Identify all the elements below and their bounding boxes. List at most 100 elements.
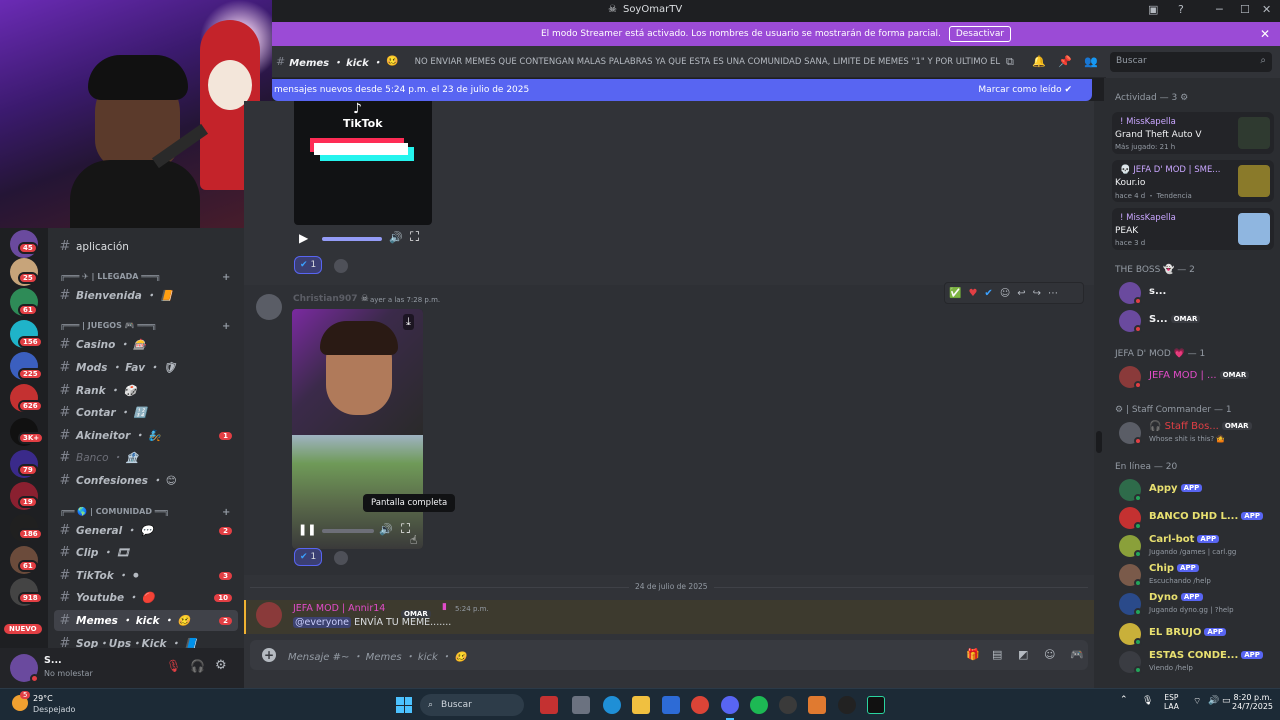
avatar[interactable]: [256, 602, 282, 628]
taskbar-app-icon[interactable]: [572, 696, 590, 714]
inbox-icon[interactable]: ▣: [1148, 3, 1158, 16]
obs-icon[interactable]: [779, 696, 797, 714]
chevron-up-icon[interactable]: ⌃: [1120, 695, 1128, 705]
channel-bienvenida[interactable]: # Bienvenida ・ 📙: [54, 285, 238, 306]
bell-icon[interactable]: 🔔: [1032, 55, 1046, 68]
new-badge[interactable]: NUEVO: [4, 624, 42, 634]
emoji-icon[interactable]: ☺: [1044, 648, 1055, 661]
member-item[interactable]: 🎧 Staff Bos... OMAR Whose shit is this? 🤷: [1115, 418, 1275, 448]
avatar[interactable]: [256, 294, 282, 320]
channel-sop-ups[interactable]: # Sop・Ups・Kick ・ 📘: [54, 633, 238, 648]
mark-read-button[interactable]: Marcar como leído ✔: [978, 85, 1072, 95]
message-author[interactable]: Christian907 ☠: [293, 294, 369, 304]
close-icon[interactable]: ✕: [1260, 27, 1270, 41]
heart-reaction-icon[interactable]: ♥: [968, 288, 977, 299]
store-icon[interactable]: [662, 696, 680, 714]
member-item[interactable]: s...: [1115, 278, 1275, 308]
channel-confesiones[interactable]: # Confesiones ・ 😊: [54, 470, 238, 491]
terminal-icon[interactable]: [867, 696, 885, 714]
channel-tiktok[interactable]: # TikTok ・ ⚫ 3: [54, 565, 238, 586]
edge-icon[interactable]: [603, 696, 621, 714]
clock[interactable]: 8:20 p.m. 24/7/2025: [1232, 693, 1273, 711]
message-author[interactable]: JEFA MOD | Annir14: [293, 603, 385, 614]
member-item[interactable]: Carl-bot APP Jugando /games | carl.gg: [1115, 531, 1275, 561]
new-messages-bar[interactable]: mensajes nuevos desde 5:24 p.m. el 23 de…: [272, 79, 1092, 101]
member-item[interactable]: Dyno APP Jugando dyno.gg | ?help: [1115, 589, 1275, 619]
channel-akineitor[interactable]: # Akineitor ・ 🧞 1: [54, 425, 238, 446]
channel-rank[interactable]: # Rank ・ 🎲: [54, 380, 238, 401]
gif-icon[interactable]: ▤: [992, 648, 1002, 661]
sticker-icon[interactable]: ◩: [1018, 648, 1028, 661]
volume-icon[interactable]: 🔊: [379, 523, 393, 536]
volume-icon[interactable]: 🔊: [1208, 696, 1219, 706]
reaction-check[interactable]: ✔ 1: [294, 256, 323, 274]
channel-youtube[interactable]: # Youtube ・ 🔴 10: [54, 587, 238, 608]
more-icon[interactable]: ⋯: [1048, 288, 1058, 299]
video-attachment[interactable]: [292, 309, 423, 549]
play-icon[interactable]: ▶: [299, 231, 308, 245]
tiktok-embed[interactable]: ♪ TikTok: [294, 101, 432, 225]
channel-contar[interactable]: # Contar ・ 🔢: [54, 402, 238, 423]
mic-icon[interactable]: 🎙: [1142, 696, 1153, 706]
member-item[interactable]: ESTAS CONDE... APP Viendo /help: [1115, 647, 1275, 677]
language-indicator[interactable]: ESP LAA: [1164, 693, 1179, 711]
spotify-icon[interactable]: [750, 696, 768, 714]
scrollbar-thumb[interactable]: [1096, 431, 1102, 453]
add-channel-icon[interactable]: +: [222, 321, 230, 332]
member-item[interactable]: EL BRUJO APP: [1115, 619, 1275, 649]
channel-general[interactable]: # General ・ 💬 2: [54, 520, 238, 541]
add-reaction-icon[interactable]: ☺: [1000, 288, 1010, 299]
category-juegos[interactable]: ╔═══ | JUEGOS 🎮 ═══╗ +: [60, 321, 230, 332]
chrome-icon[interactable]: [691, 696, 709, 714]
mic-muted-icon[interactable]: 🎙: [166, 659, 181, 673]
check-reaction-icon[interactable]: ✅: [949, 288, 961, 299]
taskbar-app-icon[interactable]: [838, 696, 856, 714]
category-llegada[interactable]: ╔═══ ✈ | LLEGADA ═══╗ +: [60, 272, 230, 283]
reply-icon[interactable]: ↩: [1017, 288, 1025, 299]
fullscreen-icon[interactable]: ⛶: [410, 230, 419, 245]
channel-casino[interactable]: # Casino ・ 🎰: [54, 334, 238, 355]
activity-card[interactable]: ! MissKapella Grand Theft Auto V Más jug…: [1112, 112, 1274, 154]
channel-banco[interactable]: # Banco ・ 🏦: [54, 447, 238, 468]
volume-icon[interactable]: 🔊: [389, 231, 403, 244]
taskbar-app-icon[interactable]: [540, 696, 558, 714]
category-comunidad[interactable]: ╔══ 🌎 | COMUNIDAD ══╗ +: [60, 507, 230, 518]
battery-icon[interactable]: ▭: [1222, 696, 1231, 706]
add-reaction-icon[interactable]: [334, 259, 348, 273]
taskbar-app-icon[interactable]: [808, 696, 826, 714]
taskbar-search[interactable]: ⌕ Buscar: [420, 694, 524, 716]
add-reaction-icon[interactable]: [334, 551, 348, 565]
member-item[interactable]: S... OMAR: [1115, 306, 1275, 336]
apps-icon[interactable]: 🎮: [1070, 648, 1084, 661]
channel-topic[interactable]: NO ENVIAR MEMES QUE CONTENGAN MALAS PALA…: [415, 57, 1003, 67]
member-list-icon[interactable]: 👥: [1084, 55, 1098, 68]
file-explorer-icon[interactable]: [632, 696, 650, 714]
channel-clip[interactable]: # Clip ・ 🎞: [54, 542, 238, 563]
search-input[interactable]: Buscar ⌕: [1110, 52, 1272, 72]
discord-icon[interactable]: [721, 696, 739, 714]
scrollbar[interactable]: [1094, 101, 1104, 688]
member-item[interactable]: JEFA MOD | ... OMAR: [1115, 362, 1275, 392]
video-progress[interactable]: [322, 529, 374, 533]
fullscreen-icon[interactable]: ⛶: [401, 522, 410, 537]
headphones-muted-icon[interactable]: 🎧: [190, 659, 205, 673]
member-item[interactable]: BANCO DHD L... APP: [1115, 503, 1275, 533]
forward-icon[interactable]: ↪: [1033, 288, 1041, 299]
gear-icon[interactable]: ⚙: [1180, 93, 1188, 103]
everyone-mention[interactable]: @everyone: [293, 617, 352, 628]
user-name[interactable]: S...: [44, 655, 62, 666]
maximize-button[interactable]: ☐: [1240, 3, 1250, 16]
close-window-button[interactable]: ✕: [1262, 3, 1271, 16]
member-item[interactable]: Appy APP: [1115, 475, 1275, 505]
gift-icon[interactable]: 🎁: [966, 648, 980, 661]
channel-mods[interactable]: # Mods ・ Fav ・ 🛡: [54, 357, 238, 378]
wifi-icon[interactable]: ⌔: [1193, 696, 1201, 707]
add-channel-icon[interactable]: +: [222, 507, 230, 518]
disable-streamer-button[interactable]: Desactivar: [948, 26, 1012, 42]
channel-memes-kick[interactable]: # Memes ・ kick ・ 🥴 2: [54, 610, 238, 631]
threads-icon[interactable]: ⧉: [1006, 55, 1014, 69]
verified-reaction-icon[interactable]: ✔: [984, 288, 992, 299]
activity-card[interactable]: ! MissKapella PEAK hace 3 d: [1112, 208, 1274, 250]
video-progress[interactable]: [322, 237, 382, 241]
minimize-button[interactable]: ─: [1216, 3, 1223, 16]
